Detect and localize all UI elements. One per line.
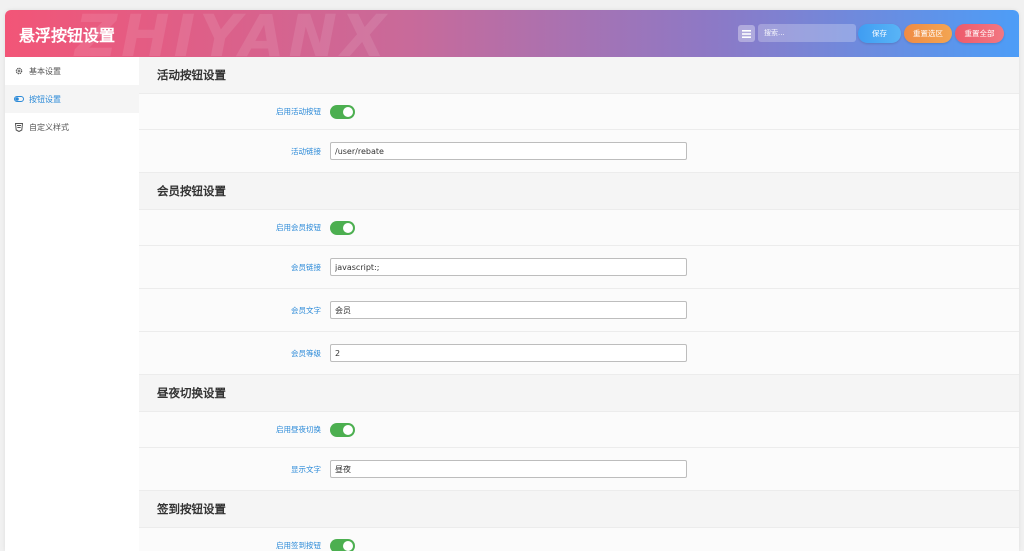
toggle-icon (14, 94, 24, 104)
list-icon (742, 29, 751, 38)
field-row-enable-daynight: 启用昼夜切换 (139, 412, 1019, 448)
field-label: 会员链接 (291, 262, 321, 272)
field-label: 会员等级 (291, 348, 321, 358)
gear-icon (14, 66, 24, 76)
field-label: 活动链接 (291, 146, 321, 156)
field-row-daynight-text: 显示文字 (139, 448, 1019, 491)
field-label: 显示文字 (291, 464, 321, 474)
sidebar-item-label: 按钮设置 (29, 94, 61, 104)
sidebar-item-basic[interactable]: 基本设置 (5, 57, 139, 85)
field-row-activity-link: 活动链接 (139, 130, 1019, 173)
sidebar-item-buttons[interactable]: 按钮设置 (5, 85, 139, 113)
expand-list-button[interactable] (738, 25, 755, 42)
field-row-enable-signin: 启用签到按钮 (139, 528, 1019, 551)
section-title-daynight: 昼夜切换设置 (139, 375, 1019, 412)
enable-daynight-toggle[interactable] (330, 422, 355, 437)
settings-content: 活动按钮设置 启用活动按钮 活动链接 会员按钮设置 启用会员按钮 会员链接 会员… (139, 57, 1019, 551)
sidebar-item-label: 自定义样式 (29, 122, 69, 132)
search-input[interactable] (758, 24, 856, 42)
field-row-enable-member: 启用会员按钮 (139, 210, 1019, 246)
member-text-input[interactable] (330, 301, 687, 319)
section-title-member: 会员按钮设置 (139, 173, 1019, 210)
field-row-member-link: 会员链接 (139, 246, 1019, 289)
activity-link-input[interactable] (330, 142, 687, 160)
field-label: 启用活动按钮 (276, 107, 321, 116)
page-title: 悬浮按钮设置 (19, 26, 116, 45)
section-title-activity: 活动按钮设置 (139, 57, 1019, 94)
section-title-signin: 签到按钮设置 (139, 491, 1019, 528)
sidebar-item-custom-style[interactable]: 自定义样式 (5, 113, 139, 141)
header-bar: ZHIYANX 悬浮按钮设置 保存 重置选区 重置全部 (5, 10, 1019, 57)
reset-section-button[interactable]: 重置选区 (904, 24, 952, 43)
daynight-text-input[interactable] (330, 460, 687, 478)
enable-signin-toggle[interactable] (330, 538, 355, 551)
save-button[interactable]: 保存 (858, 24, 901, 43)
header-watermark: ZHIYANX (75, 10, 390, 57)
field-label: 启用会员按钮 (276, 223, 321, 232)
enable-member-toggle[interactable] (330, 220, 355, 235)
sidebar: 基本设置 按钮设置 自定义样式 (5, 57, 139, 551)
field-row-member-text: 会员文字 (139, 289, 1019, 332)
field-label: 启用昼夜切换 (276, 425, 321, 434)
enable-activity-toggle[interactable] (330, 104, 355, 119)
field-row-enable-activity: 启用活动按钮 (139, 94, 1019, 130)
settings-panel: ZHIYANX 悬浮按钮设置 保存 重置选区 重置全部 基本设置 (5, 10, 1019, 551)
css3-icon (14, 122, 24, 132)
field-row-member-level: 会员等级 (139, 332, 1019, 375)
member-level-input[interactable] (330, 344, 687, 362)
sidebar-item-label: 基本设置 (29, 66, 61, 76)
field-label: 会员文字 (291, 305, 321, 315)
reset-all-button[interactable]: 重置全部 (955, 24, 1004, 43)
field-label: 启用签到按钮 (276, 541, 321, 550)
member-link-input[interactable] (330, 258, 687, 276)
